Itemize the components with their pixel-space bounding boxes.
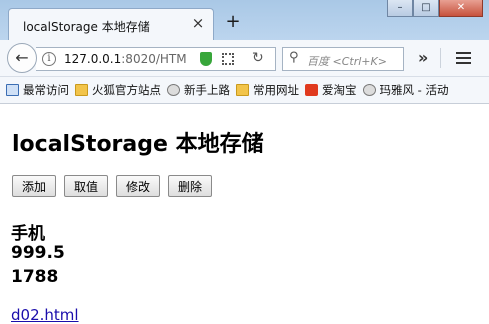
menu-icon[interactable]: [456, 52, 471, 64]
navigation-bar: i 127.0.0.1:8020/HTM ↻ ← ⚲ 百度 <Ctrl+K> »: [0, 40, 489, 77]
button-row: 添加 取值 修改 删除: [12, 175, 213, 197]
new-tab-button[interactable]: +: [224, 13, 242, 31]
globe-icon: [167, 84, 180, 96]
output-quantity: 1788: [11, 267, 59, 287]
bookmark-common-sites[interactable]: 常用网址: [236, 82, 299, 98]
bookmark-taobao[interactable]: 爱淘宝: [305, 82, 357, 98]
minimize-button[interactable]: –: [387, 0, 413, 17]
search-placeholder: 百度 <Ctrl+K>: [307, 55, 387, 68]
folder-icon: [75, 84, 88, 96]
shield-icon[interactable]: [200, 52, 212, 66]
search-box[interactable]: ⚲ 百度 <Ctrl+K>: [282, 47, 404, 71]
page-link[interactable]: d02.html: [11, 306, 79, 324]
qr-code-icon[interactable]: [222, 53, 234, 65]
add-button[interactable]: 添加: [12, 175, 57, 197]
address-bar[interactable]: i 127.0.0.1:8020/HTM ↻: [36, 47, 276, 71]
close-window-button[interactable]: ✕: [439, 0, 483, 17]
back-arrow-icon: ←: [15, 48, 29, 67]
bookmark-label: 爱淘宝: [322, 83, 357, 97]
page-title: localStorage 本地存储: [12, 132, 264, 157]
url-host: 127.0.0.1: [64, 52, 122, 66]
folder-icon: [236, 84, 249, 96]
bookmarks-toolbar: 最常访问 火狐官方站点 新手上路 常用网址 爱淘宝 玛雅风 - 活动: [0, 77, 489, 104]
page-content: localStorage 本地存储 添加 取值 修改 删除 手机 999.5 1…: [0, 104, 489, 324]
bookmark-label: 玛雅风 - 活动: [379, 83, 449, 97]
globe-icon: [362, 84, 376, 96]
overflow-icon[interactable]: »: [418, 48, 428, 67]
info-icon[interactable]: i: [42, 52, 56, 66]
get-value-button[interactable]: 取值: [64, 175, 109, 197]
output-product-name: 手机: [11, 224, 45, 244]
bookmark-label: 新手上路: [184, 83, 230, 97]
output-price: 999.5: [11, 243, 65, 263]
url-text[interactable]: 127.0.0.1:8020/HTM: [64, 52, 187, 66]
toolbar-divider: [440, 48, 441, 68]
edit-button[interactable]: 修改: [116, 175, 161, 197]
tab-title: localStorage 本地存储: [23, 20, 150, 34]
search-icon: ⚲: [289, 50, 299, 65]
bookmark-firefox-sites[interactable]: 火狐官方站点: [75, 82, 161, 98]
maximize-button[interactable]: □: [413, 0, 439, 17]
bookmark-label: 火狐官方站点: [92, 83, 161, 97]
url-rest: :8020/HTM: [121, 52, 187, 66]
reload-icon[interactable]: ↻: [252, 50, 264, 66]
close-tab-icon[interactable]: ×: [190, 15, 206, 31]
back-button[interactable]: ←: [7, 43, 37, 73]
title-bar: localStorage 本地存储 × + – □ ✕: [0, 0, 489, 40]
bookmark-label: 常用网址: [253, 83, 299, 97]
bookmark-label: 最常访问: [23, 83, 69, 97]
bookmark-getting-started[interactable]: 新手上路: [167, 82, 230, 98]
taobao-icon: [305, 84, 318, 96]
bookmark-mayafeng[interactable]: 玛雅风 - 活动: [362, 82, 449, 98]
window-controls: – □ ✕: [387, 0, 483, 18]
bookmark-most-visited[interactable]: 最常访问: [6, 82, 69, 98]
delete-button[interactable]: 删除: [168, 175, 213, 197]
bookmark-icon: [6, 84, 19, 96]
browser-tab[interactable]: localStorage 本地存储 ×: [8, 8, 214, 40]
